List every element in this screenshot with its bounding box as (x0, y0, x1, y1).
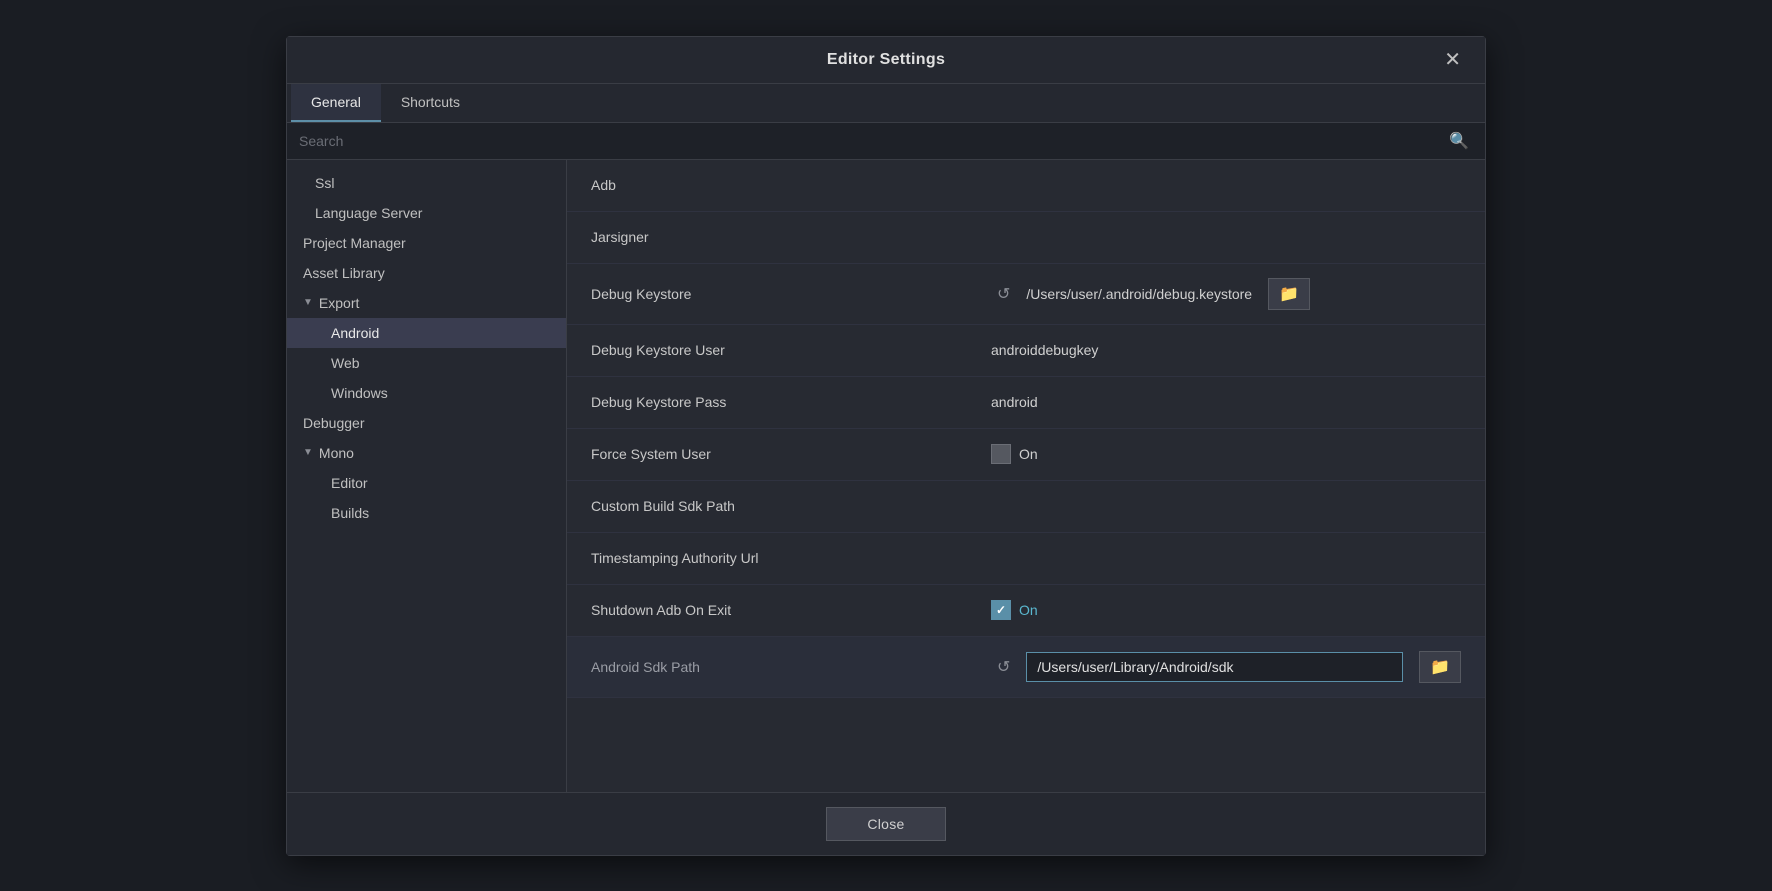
editor-settings-dialog: Editor Settings ✕ General Shortcuts 🔍 Ss… (286, 36, 1486, 856)
reset-debug-keystore-icon[interactable]: ↺ (991, 282, 1016, 306)
footer: Close (287, 792, 1485, 855)
row-timestamping-authority-url: Timestamping Authority Url (567, 533, 1485, 585)
close-footer-button[interactable]: Close (826, 807, 945, 841)
debug-keystore-label: Debug Keystore (591, 286, 991, 302)
android-sdk-path-input-row (1026, 652, 1403, 682)
debug-keystore-value: ↺ /Users/user/.android/debug.keystore 📁 (991, 278, 1461, 310)
debug-keystore-user-label: Debug Keystore User (591, 342, 991, 358)
force-system-user-toggle: On (991, 444, 1038, 464)
debug-keystore-path: /Users/user/.android/debug.keystore (1026, 286, 1252, 302)
sidebar-item-project-manager[interactable]: Project Manager (287, 228, 566, 258)
custom-build-sdk-path-label: Custom Build Sdk Path (591, 498, 991, 514)
debug-keystore-user-text: androiddebugkey (991, 342, 1098, 358)
row-shutdown-adb-on-exit: Shutdown Adb On Exit ✓ On (567, 585, 1485, 637)
timestamping-authority-url-label: Timestamping Authority Url (591, 550, 991, 566)
row-force-system-user: Force System User On (567, 429, 1485, 481)
sidebar-section-export[interactable]: ▼ Export (287, 288, 566, 318)
search-bar: 🔍 (287, 123, 1485, 160)
folder-debug-keystore-button[interactable]: 📁 (1268, 278, 1310, 310)
section-adb: Adb (567, 160, 1485, 212)
sidebar-item-ssl[interactable]: Ssl (287, 168, 566, 198)
search-input[interactable] (299, 123, 1445, 159)
sidebar-item-editor[interactable]: Editor (287, 468, 566, 498)
force-system-user-value: On (991, 444, 1461, 464)
android-sdk-path-label: Android Sdk Path (591, 659, 991, 675)
shutdown-adb-toggle: ✓ On (991, 600, 1038, 620)
chevron-down-icon-mono: ▼ (303, 447, 313, 458)
main-content: Ssl Language Server Project Manager Asse… (287, 160, 1485, 792)
shutdown-adb-on-exit-label: Shutdown Adb On Exit (591, 602, 991, 618)
debug-keystore-pass-label: Debug Keystore Pass (591, 394, 991, 410)
row-custom-build-sdk-path: Custom Build Sdk Path (567, 481, 1485, 533)
shutdown-adb-checkbox[interactable]: ✓ (991, 600, 1011, 620)
chevron-down-icon: ▼ (303, 297, 313, 308)
sidebar-item-asset-library[interactable]: Asset Library (287, 258, 566, 288)
sidebar-section-mono[interactable]: ▼ Mono (287, 438, 566, 468)
force-system-user-label: Force System User (591, 446, 991, 462)
search-icon-button[interactable]: 🔍 (1445, 127, 1473, 155)
sidebar-item-language-server[interactable]: Language Server (287, 198, 566, 228)
android-sdk-path-value: ↺ 📁 (991, 651, 1461, 683)
sidebar: Ssl Language Server Project Manager Asse… (287, 160, 567, 792)
force-system-user-toggle-label: On (1019, 446, 1038, 462)
close-button[interactable]: ✕ (1436, 46, 1469, 74)
jarsigner-label: Jarsigner (591, 229, 991, 245)
adb-label: Adb (591, 177, 991, 193)
row-debug-keystore-pass: Debug Keystore Pass android (567, 377, 1485, 429)
tabs-bar: General Shortcuts (287, 84, 1485, 123)
checkmark-icon: ✓ (996, 603, 1006, 617)
sidebar-item-builds[interactable]: Builds (287, 498, 566, 528)
android-sdk-path-input[interactable] (1026, 652, 1403, 682)
title-bar: Editor Settings ✕ (287, 37, 1485, 84)
reset-android-sdk-path-icon[interactable]: ↺ (991, 655, 1016, 679)
shutdown-adb-on-exit-value: ✓ On (991, 600, 1461, 620)
section-jarsigner: Jarsigner (567, 212, 1485, 264)
row-android-sdk-path: Android Sdk Path ↺ 📁 (567, 637, 1485, 698)
debug-keystore-user-value: androiddebugkey (991, 342, 1461, 358)
tab-shortcuts[interactable]: Shortcuts (381, 84, 480, 122)
debug-keystore-pass-text: android (991, 394, 1038, 410)
tab-general[interactable]: General (291, 84, 381, 122)
sidebar-item-debugger[interactable]: Debugger (287, 408, 566, 438)
sidebar-item-windows[interactable]: Windows (287, 378, 566, 408)
sidebar-item-android[interactable]: Android (287, 318, 566, 348)
dialog-title: Editor Settings (827, 51, 945, 69)
force-system-user-checkbox[interactable] (991, 444, 1011, 464)
settings-panel: Adb Jarsigner Debug Keystore ↺ /Users/us… (567, 160, 1485, 792)
sidebar-item-web[interactable]: Web (287, 348, 566, 378)
row-debug-keystore: Debug Keystore ↺ /Users/user/.android/de… (567, 264, 1485, 325)
row-debug-keystore-user: Debug Keystore User androiddebugkey (567, 325, 1485, 377)
folder-android-sdk-button[interactable]: 📁 (1419, 651, 1461, 683)
shutdown-adb-toggle-label: On (1019, 602, 1038, 618)
debug-keystore-pass-value: android (991, 394, 1461, 410)
